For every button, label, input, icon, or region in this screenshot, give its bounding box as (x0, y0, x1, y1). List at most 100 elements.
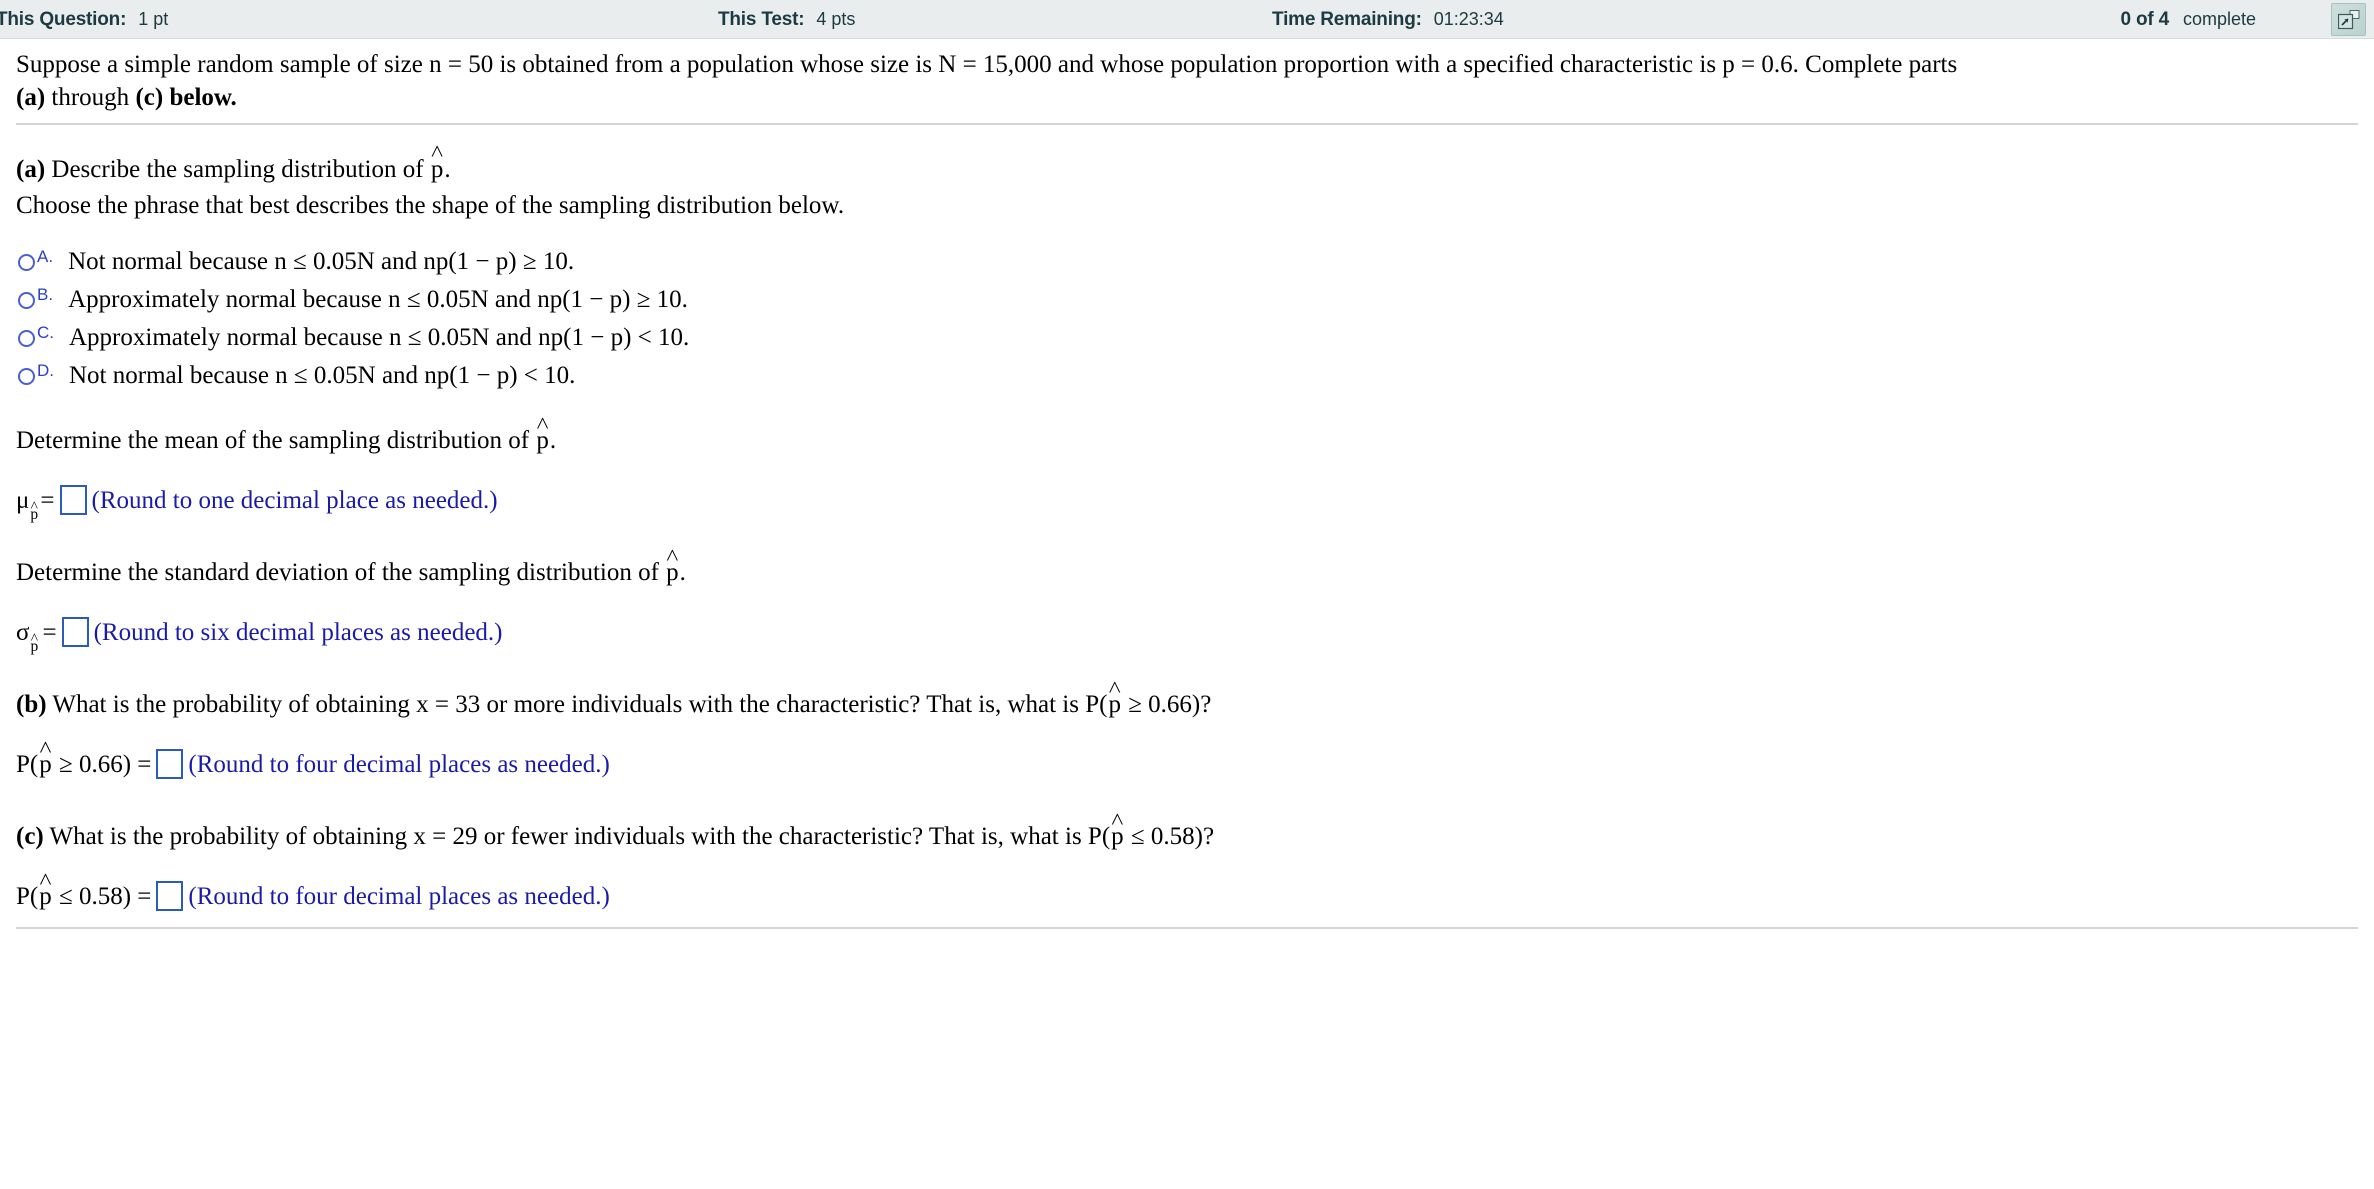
part-a-prompt: (a) Describe the sampling distribution o… (16, 140, 2358, 185)
hat-accent: ˄ (38, 735, 52, 761)
part-c-answer-pre: P( (16, 882, 39, 910)
radio-button-c[interactable] (18, 329, 35, 347)
part-c-label: (c) (16, 822, 44, 850)
this-question-group: This Question: 1 pt (0, 0, 168, 39)
choice-letter-a: A. (37, 246, 54, 266)
p-hat-symbol: ˄ p (29, 499, 39, 523)
sd-answer-input[interactable] (61, 616, 89, 647)
p-hat-symbol: ˄ p (665, 544, 680, 587)
p-hat-symbol: ˄ p (1110, 808, 1125, 851)
part-b-answer-pre: P( (16, 750, 39, 778)
sd-rounding-hint: (Round to six decimal places as needed.) (93, 618, 503, 646)
part-a-prompt-post: . (444, 155, 451, 183)
this-test-group: This Test: 4 pts (718, 0, 855, 39)
choice-option-c[interactable]: C. Approximately normal because n ≤ 0.05… (16, 321, 2358, 359)
part-b-answer-input[interactable] (156, 748, 184, 779)
sd-prompt: Determine the standard deviation of the … (16, 544, 2358, 587)
sd-equals-sign: = (42, 618, 57, 646)
choice-text-b: Approximately normal because n ≤ 0.05N a… (68, 285, 688, 313)
part-b-label: (b) (16, 690, 47, 718)
mean-answer-row: μ ˄ p = (Round to one decimal place as neede… (16, 484, 2358, 523)
sd-prompt-post: . (679, 558, 686, 586)
hat-accent: ˄ (430, 139, 444, 165)
p-hat-symbol: ˄ p (430, 140, 445, 185)
problem-statement: Suppose a simple random sample of size n… (16, 39, 2346, 121)
mean-rounding-hint: (Round to one decimal place as needed.) (91, 486, 498, 514)
section-divider-bottom (16, 926, 2358, 929)
mu-subscript: ˄ p (29, 499, 39, 523)
progress-count: 0 of 4 (2120, 8, 2170, 30)
sigma-letter: σ (16, 618, 30, 646)
time-remaining-label: Time Remaining: (1272, 8, 1422, 30)
sigma-subscript: ˄ p (29, 631, 39, 655)
intro-mid-text: through (45, 84, 136, 112)
popout-window-icon (2337, 9, 2359, 29)
hat-accent: ˄ (536, 411, 550, 437)
part-c-rounding-hint: (Round to four decimal places as needed.… (188, 882, 610, 910)
p-hat-symbol: ˄ p (38, 868, 53, 911)
hat-accent: ˄ (30, 629, 39, 646)
this-question-value: 1 pt (138, 9, 169, 29)
part-c-question: (c) What is the probability of obtaining… (16, 808, 2358, 851)
progress-group: 0 of 4 complete (2121, 0, 2256, 39)
hat-accent: ˄ (38, 867, 52, 893)
part-c-answer-post: ≤ 0.58) = (52, 882, 152, 910)
p-hat-symbol: ˄ p (29, 631, 39, 655)
mean-equals-sign: = (40, 486, 55, 514)
part-c-question-pre: What is the probability of obtaining x =… (43, 822, 1111, 850)
choice-letter-d: D. (37, 360, 54, 380)
mean-prompt-post: . (549, 426, 557, 454)
this-test-value: 4 pts (816, 9, 856, 29)
mean-prompt: Determine the mean of the sampling distr… (16, 412, 2358, 455)
part-b-question-pre: What is the probability of obtaining x =… (46, 690, 1108, 718)
part-b-answer-post: ≥ 0.66) = (52, 750, 152, 778)
popout-window-button[interactable] (2331, 3, 2366, 36)
choice-letter-c: C. (37, 322, 54, 342)
choice-letter-b: B. (37, 284, 54, 304)
hat-accent: ˄ (30, 497, 39, 514)
problem-statement-line-1: Suppose a simple random sample of size n… (16, 51, 1958, 78)
problem-statement-line-2: (a) through (c) below. (16, 81, 2346, 114)
choice-option-b[interactable]: B. Approximately normal because n ≤ 0.05… (16, 283, 2358, 321)
part-a-label: (a) (16, 155, 46, 183)
progress-complete-label: complete (2182, 9, 2256, 29)
part-c-question-post: ≤ 0.58)? (1124, 822, 1215, 850)
hat-accent: ˄ (1108, 675, 1122, 701)
part-c-answer-input[interactable] (156, 880, 184, 911)
mean-prompt-pre: Determine the mean of the sampling distr… (16, 426, 536, 454)
time-remaining-value: 01:23:34 (1433, 9, 1504, 29)
time-remaining-group: Time Remaining: 01:23:34 (1272, 0, 1504, 39)
this-question-label: This Question: (0, 8, 127, 30)
assessment-header-bar: This Question: 1 pt This Test: 4 pts Tim… (0, 0, 2374, 39)
mean-answer-input[interactable] (59, 484, 87, 515)
sigma-p-hat-symbol: σ ˄ p (16, 618, 38, 655)
this-test-label: This Test: (718, 8, 805, 30)
part-a-prompt-pre: Describe the sampling distribution of (45, 155, 430, 183)
part-c-answer-row: P(˄ p ≤ 0.58) = (Round to four decimal pla… (16, 868, 2358, 911)
p-hat-symbol: ˄ p (1107, 676, 1122, 719)
intro-end-text: below. (163, 84, 237, 112)
part-b-answer-row: P(˄ p ≥ 0.66) = (Round to four decimal pla… (16, 736, 2358, 779)
part-b-rounding-hint: (Round to four decimal places as needed.… (188, 750, 610, 778)
hat-accent: ˄ (665, 543, 679, 569)
part-b-question-post: ≥ 0.66)? (1121, 690, 1212, 718)
part-a-instruction: Choose the phrase that best describes th… (16, 191, 845, 219)
mu-letter: μ (16, 486, 30, 514)
mu-p-hat-symbol: μ ˄ p (16, 486, 38, 523)
part-c-ref: (c) (135, 84, 164, 112)
choice-option-d[interactable]: D. Not normal because n ≤ 0.05N and np(1… (16, 359, 2358, 397)
choice-option-a[interactable]: A. Not normal because n ≤ 0.05N and np(1… (16, 245, 2358, 283)
hat-accent: ˄ (1110, 807, 1124, 833)
p-hat-symbol: ˄ p (38, 736, 53, 779)
question-content: Suppose a simple random sample of size n… (0, 39, 2374, 929)
part-b-question: (b) What is the probability of obtaining… (16, 676, 2358, 719)
p-hat-symbol: ˄ p (535, 412, 550, 455)
radio-button-d[interactable] (18, 367, 35, 385)
radio-button-b[interactable] (18, 291, 35, 309)
radio-button-a[interactable] (18, 253, 35, 271)
answer-choice-list: A. Not normal because n ≤ 0.05N and np(1… (16, 245, 2358, 397)
choice-text-c: Approximately normal because n ≤ 0.05N a… (69, 323, 690, 351)
sd-prompt-pre: Determine the standard deviation of the … (16, 558, 666, 586)
choice-text-d: Not normal because n ≤ 0.05N and np(1 − … (69, 361, 576, 389)
part-a-ref: (a) (16, 84, 46, 112)
